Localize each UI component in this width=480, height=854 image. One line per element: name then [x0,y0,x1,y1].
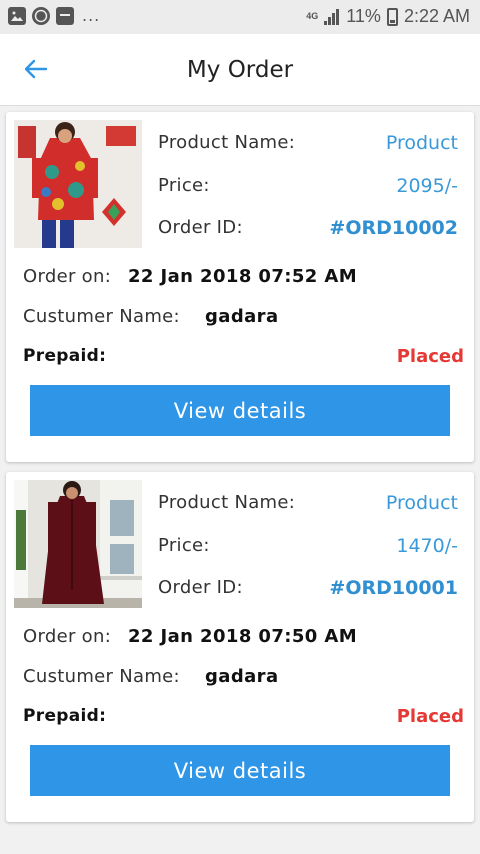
battery-icon [386,7,398,26]
more-notifications: ... [82,6,101,25]
product-image[interactable] [14,480,142,608]
payment-type: Prepaid: [23,346,107,366]
customer-name-label: Custumer Name: [23,306,180,327]
payment-type: Prepaid: [23,706,107,726]
gallery-icon [8,6,26,25]
status-badge: Placed [396,346,464,367]
page-title: My Order [186,57,294,83]
order-card: Product Name: Product Price: 2095/- Orde… [6,112,474,462]
app-bar: My Order [0,34,480,106]
customer-name-value: gadara [205,666,279,687]
price-value: 1470/- [396,535,458,557]
product-name-label: Product Name: [158,132,296,153]
status-right: 4G 11% 2:22 AM [306,6,470,27]
order-card: Product Name: Product Price: 1470/- Orde… [6,472,474,822]
product-name-value: Product [385,132,458,154]
order-on-value: 22 Jan 2018 07:50 AM [128,626,358,647]
message-icon [56,6,74,25]
order-id-value: #ORD10001 [329,577,458,599]
price-label: Price: [158,535,210,556]
notification-icons: ... [8,6,100,25]
price-label: Price: [158,175,210,196]
clock: 2:22 AM [403,6,470,26]
customer-name-value: gadara [205,306,279,327]
view-details-button[interactable]: View details [30,745,450,796]
order-on-value: 22 Jan 2018 07:52 AM [128,266,358,287]
product-name-label: Product Name: [158,492,296,513]
order-id-label: Order ID: [158,217,243,238]
signal-icon [324,8,340,25]
status-bar: ... 4G 11% 2:22 AM [0,0,480,34]
view-details-button[interactable]: View details [30,385,450,436]
product-name-value: Product [385,492,458,514]
order-id-label: Order ID: [158,577,243,598]
order-on-label: Order on: [23,626,112,647]
network-type: 4G [306,11,319,21]
whatsapp-icon [32,6,50,25]
customer-name-label: Custumer Name: [23,666,180,687]
order-on-label: Order on: [23,266,112,287]
product-image[interactable] [14,120,142,248]
price-value: 2095/- [396,175,458,197]
order-id-value: #ORD10002 [329,217,458,239]
status-badge: Placed [396,706,464,727]
battery-percent: 11% [346,6,381,26]
